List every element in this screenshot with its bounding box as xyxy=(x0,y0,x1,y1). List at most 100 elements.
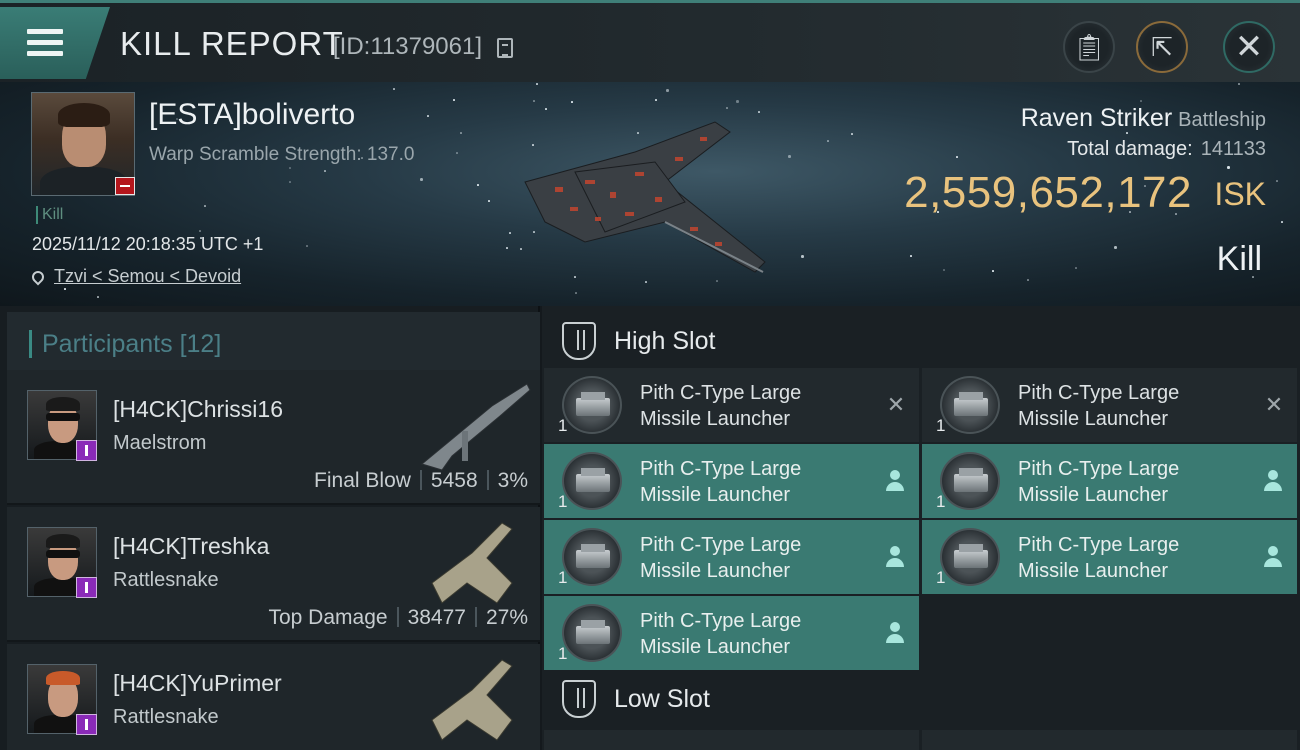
star xyxy=(204,205,206,207)
victim-ship-image xyxy=(524,121,766,273)
star xyxy=(571,101,573,103)
victim-name[interactable]: [ESTA]boliverto xyxy=(149,98,355,132)
location-link[interactable]: Tzvi < Semou < Devoid xyxy=(54,266,241,286)
share-button[interactable]: ⇱ xyxy=(1136,21,1188,73)
module-quantity: 1 xyxy=(936,492,946,511)
star xyxy=(393,88,395,90)
participant-stats: Top Damage 38477 27% xyxy=(268,606,528,630)
module-quantity: 1 xyxy=(558,492,568,511)
fitting-panel: High Slot 1 Pith C-Type Large Missile La… xyxy=(542,306,1300,750)
isk-value: 2,559,652,172 xyxy=(904,168,1192,217)
copy-icon[interactable] xyxy=(497,38,513,58)
participant-ship-image xyxy=(431,659,513,741)
participant-stats: Final Blow 5458 3% xyxy=(314,469,528,493)
star xyxy=(453,99,455,101)
victim-ship-name[interactable]: Raven Striker Battleship xyxy=(1021,104,1266,133)
ship-class: Battleship xyxy=(1178,109,1266,131)
clipboard-button[interactable]: 📋︎ xyxy=(1063,21,1115,73)
module-name: Pith C-Type Large Missile Launcher xyxy=(640,534,802,582)
missile-launcher-icon xyxy=(562,604,622,662)
report-id: [ID:11379061] xyxy=(333,33,483,60)
participant-row[interactable]: [H4CK]Treshka Rattlesnake Top Damage 3847… xyxy=(7,507,540,642)
module-item[interactable]: 1 Pith C-Type Large Missile Launcher xyxy=(544,520,919,594)
star xyxy=(956,156,958,158)
module-quantity: 1 xyxy=(936,568,946,587)
module-name: Pith C-Type Large Missile Launcher xyxy=(640,382,802,430)
missile-launcher-icon xyxy=(940,452,1000,510)
close-icon: ✕ xyxy=(1234,28,1264,66)
destroyed-x-icon: ✕ xyxy=(1264,392,1284,417)
high-slot-icon xyxy=(562,322,596,360)
location-pin-icon xyxy=(29,268,47,286)
participant-damage: 5458 xyxy=(430,469,478,492)
total-damage-value: 141133 xyxy=(1200,138,1266,160)
star xyxy=(324,170,326,172)
module-quantity: 1 xyxy=(558,416,568,435)
pilot-icon xyxy=(1264,470,1282,492)
pilot-icon xyxy=(886,546,904,568)
isk-unit: ISK xyxy=(1214,176,1266,212)
star xyxy=(726,107,728,109)
star xyxy=(427,115,429,117)
missile-launcher-icon xyxy=(562,452,622,510)
header-bar: KILL REPORT [ID:11379061] 📋︎ ⇱ ✕ xyxy=(0,0,1300,82)
pilot-icon xyxy=(886,470,904,492)
star xyxy=(655,99,657,101)
module-quantity: 1 xyxy=(558,644,568,663)
module-item[interactable]: 1 Pith C-Type Large Missile Launcher xyxy=(544,596,919,670)
module-item[interactable]: 1 Pith C-Type Large Missile Launcher ✕ xyxy=(922,368,1297,442)
star xyxy=(97,296,99,298)
total-damage-label: Total damage: xyxy=(1067,138,1193,160)
star xyxy=(289,167,291,169)
star xyxy=(851,133,853,135)
star xyxy=(533,100,535,102)
participant-name: [H4CK]Treshka xyxy=(113,533,270,559)
menu-icon xyxy=(27,29,63,62)
module-quantity: 1 xyxy=(558,568,568,587)
star xyxy=(199,230,201,232)
kill-location[interactable]: Tzvi < Semou < Devoid xyxy=(29,266,241,287)
menu-button[interactable] xyxy=(0,7,110,79)
module-name: Pith C-Type Large Missile Launcher xyxy=(640,610,802,658)
participant-ship-image xyxy=(431,522,513,604)
star xyxy=(456,152,458,154)
participant-role: Top Damage xyxy=(268,606,388,629)
participants-header: Participants [12] xyxy=(7,312,540,370)
missile-launcher-icon xyxy=(940,376,1000,434)
star xyxy=(509,232,511,234)
star xyxy=(536,83,538,85)
star xyxy=(801,255,804,258)
star xyxy=(420,178,423,181)
module-name: Pith C-Type Large Missile Launcher xyxy=(1018,382,1180,430)
module-item[interactable]: 1 Pith C-Type Large Missile Launcher ✕ xyxy=(544,368,919,442)
module-name: Pith C-Type Large Missile Launcher xyxy=(640,458,802,506)
star xyxy=(1276,180,1278,182)
ship-name-text: Raven Striker xyxy=(1020,104,1173,132)
star xyxy=(943,269,945,271)
module-item[interactable]: 1 Pith C-Type Large Missile Launcher xyxy=(544,444,919,518)
star xyxy=(460,132,462,134)
participant-name: [H4CK]Chrissi16 xyxy=(113,396,283,422)
participants-count: [12] xyxy=(179,330,222,358)
star xyxy=(1281,221,1283,223)
missile-launcher-icon xyxy=(562,376,622,434)
corp-badge-icon xyxy=(76,577,97,598)
module-item[interactable]: 1 Pith C-Type Large Missile Launcher xyxy=(922,520,1297,594)
participant-ship-image xyxy=(420,383,531,471)
participant-row[interactable]: [H4CK]YuPrimer Rattlesnake xyxy=(7,644,540,750)
star xyxy=(289,181,291,183)
module-item[interactable]: 1 Pith C-Type Large Missile Launcher xyxy=(922,444,1297,518)
star xyxy=(506,247,508,249)
star xyxy=(992,270,994,272)
star xyxy=(1075,267,1077,269)
pilot-icon xyxy=(1264,546,1282,568)
module-item[interactable] xyxy=(544,730,919,750)
missile-launcher-icon xyxy=(562,528,622,586)
participant-ship: Rattlesnake xyxy=(113,706,219,728)
close-button[interactable]: ✕ xyxy=(1223,21,1275,73)
module-item[interactable] xyxy=(922,730,1297,750)
module-name: Pith C-Type Large Missile Launcher xyxy=(1018,458,1180,506)
participant-row[interactable]: [H4CK]Chrissi16 Maelstrom Final Blow 5458… xyxy=(7,370,540,505)
destroyed-x-icon: ✕ xyxy=(886,392,906,417)
star xyxy=(910,255,912,257)
